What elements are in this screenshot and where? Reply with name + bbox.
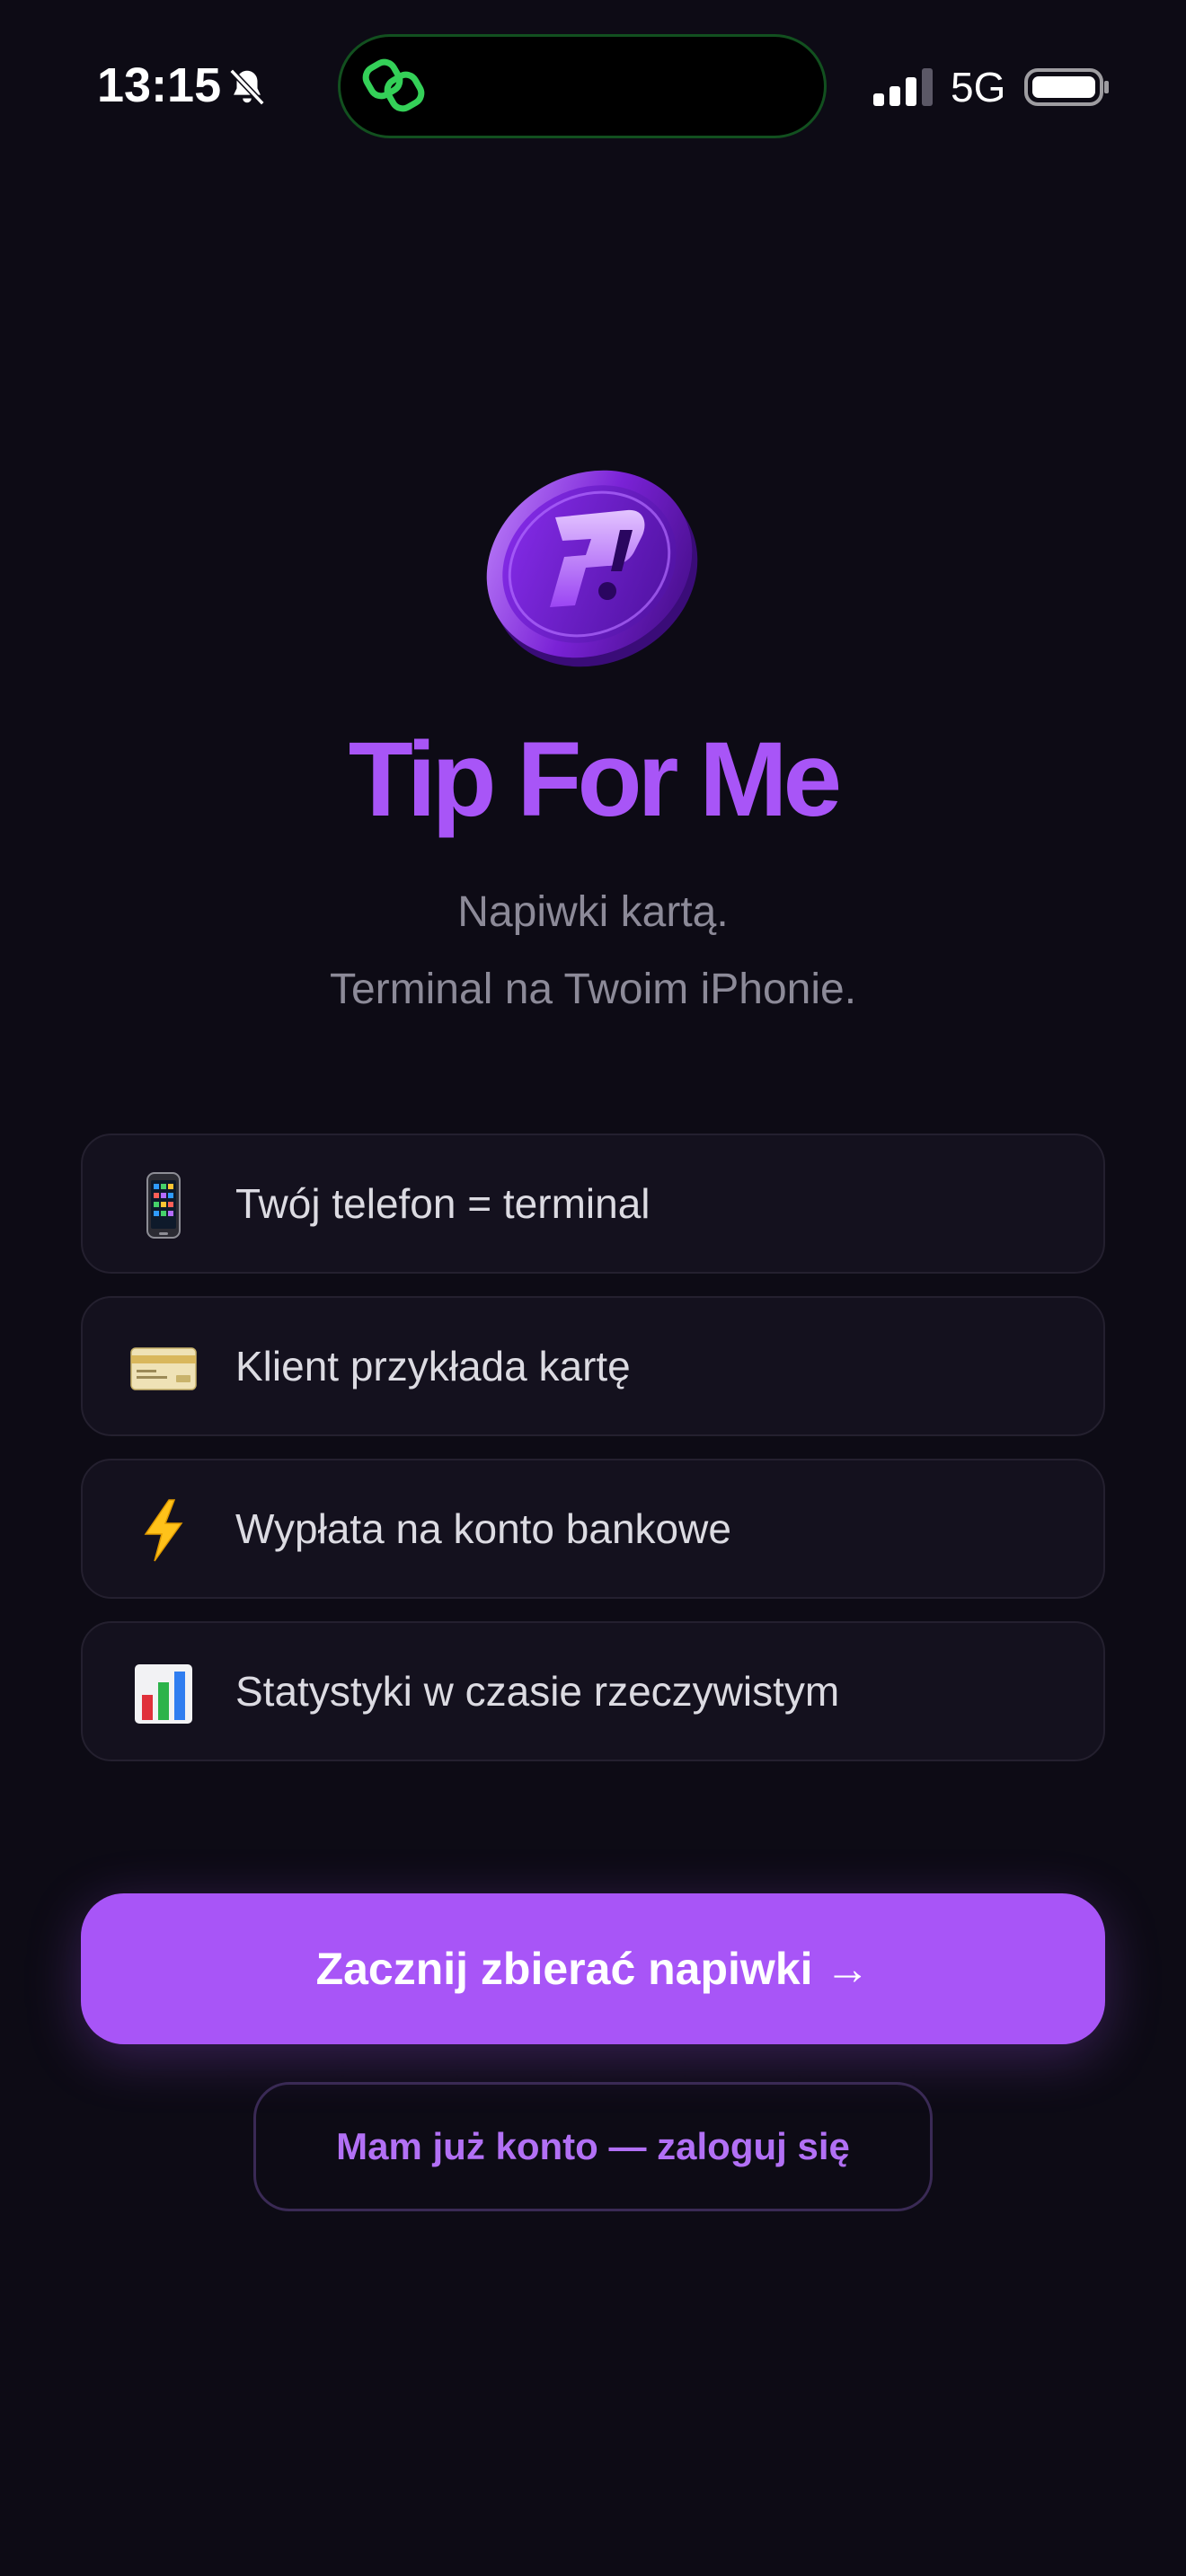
credit-card-icon [130,1347,197,1390]
bar-chart-icon [135,1664,192,1724]
tagline-line-1: Napiwki kartą. [457,888,729,936]
feature-card-stats: Statystyki w czasie rzeczywistym [81,1621,1105,1761]
feature-card-payout: Wypłata na konto bankowe [81,1459,1105,1599]
network-type: 5G [951,64,1006,110]
welcome-screen: 13:15 5G Tip For Me Napiwki kartą. Termi… [0,0,1186,2576]
login-button[interactable]: Mam już konto — zaloguj się [253,2082,933,2211]
feature-list: Twój telefon = terminal Klient przykłada… [81,1134,1105,1784]
signal-icon [873,68,933,106]
feature-label: Wypłata na konto bankowe [235,1505,731,1552]
lightning-icon [144,1499,183,1562]
bell-slash-icon [229,68,265,106]
battery-icon [1024,68,1109,106]
app-title: Tip For Me [348,720,842,839]
start-collecting-button[interactable]: Zacznij zbierać napiwki → [81,1893,1105,2044]
feature-label: Statystyki w czasie rzeczywistym [235,1668,840,1715]
status-bar: 13:15 5G [0,0,1186,180]
feature-card-terminal: Twój telefon = terminal [81,1134,1105,1274]
tagline-line-2: Terminal na Twoim iPhonie. [329,966,857,1013]
app-logo-coin-icon [486,470,698,667]
link-icon [362,58,425,112]
mobile-phone-icon [146,1172,181,1239]
feature-label: Klient przykłada kartę [235,1343,631,1389]
feature-card-card-tap: Klient przykłada kartę [81,1296,1105,1436]
feature-label: Twój telefon = terminal [235,1180,651,1227]
dynamic-island [338,34,827,138]
status-time: 13:15 [97,58,222,112]
